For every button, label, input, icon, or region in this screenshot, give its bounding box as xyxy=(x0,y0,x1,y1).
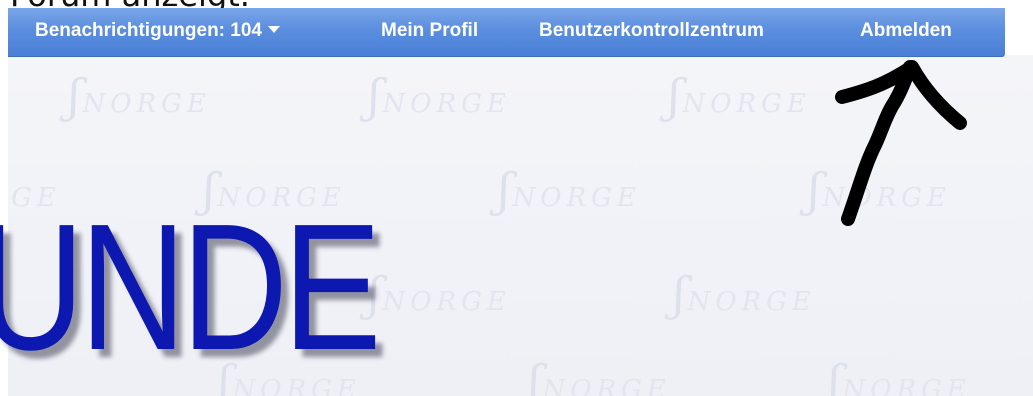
user-control-panel-link[interactable]: Benutzerkontrollzentrum xyxy=(539,20,764,42)
watermark-logo: ʃNORGE xyxy=(528,355,671,396)
notifications-dropdown[interactable]: Benachrichtigungen: 104 xyxy=(35,20,280,42)
notifications-label: Benachrichtigungen: 104 xyxy=(35,20,262,41)
top-navbar: Benachrichtigungen: 104 Mein Profil Benu… xyxy=(8,8,1005,57)
logout-link[interactable]: Abmelden xyxy=(860,20,952,42)
watermark-logo: ʃNORGE xyxy=(498,163,641,217)
watermark-logo: ʃNORGE xyxy=(668,69,811,123)
screenshot-page: Forum anzeigt. ʃNORGE ʃNORGE ʃNORGE ʃNOR… xyxy=(0,0,1033,396)
watermark-logo: ʃNORGE xyxy=(673,267,816,321)
watermark-logo: ʃNORGE xyxy=(828,355,971,396)
watermark-logo: ʃNORGE xyxy=(368,69,511,123)
site-logo-text: UNDE xyxy=(0,187,381,388)
my-profile-link[interactable]: Mein Profil xyxy=(381,20,478,42)
watermark-logo: ʃNORGE xyxy=(368,267,511,321)
chevron-down-icon xyxy=(268,26,280,33)
watermark-logo: ʃNORGE xyxy=(68,69,211,123)
annotation-arrow-icon xyxy=(835,60,967,226)
